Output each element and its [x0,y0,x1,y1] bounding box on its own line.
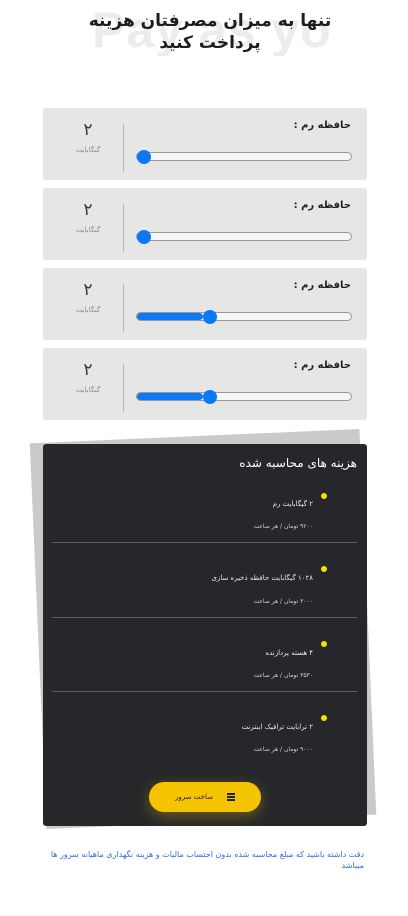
slider-unit: گیگابایت [75,306,101,314]
ram-slider[interactable] [136,389,352,404]
separator [52,691,357,692]
cost-item-price: ۹۰۰۰ تومان / هر ساعت [253,746,313,753]
cost-item-price: ۳۰۰۰ تومان / هر ساعت [253,598,313,605]
slider-label: حافظه رم : [293,200,351,211]
slider-unit: گیگابایت [75,146,101,154]
ram-slider[interactable] [136,149,352,164]
slider-unit: گیگابایت [75,226,101,234]
slider-thumb[interactable] [203,309,218,324]
divider [123,204,124,252]
divider [123,364,124,412]
slider-card: حافظه رم : ۲ گیگابایت [43,268,367,340]
cost-summary-panel: هزینه های محاسبه شده ۲ گیگابایت رم ۹۲۰۰ … [43,444,367,826]
summary-title: هزینه های محاسبه شده [239,456,357,470]
slider-unit: گیگابایت [75,386,101,394]
slider-thumb[interactable] [137,229,151,244]
slider-fill [137,313,204,320]
slider-label: حافظه رم : [293,280,351,291]
cost-item-label: ۱۰۲۸ گیگابایت حافظه ذخیره سازی [211,574,313,582]
page-title-line2: پرداخت کنید [159,33,261,53]
page-title-line1: تنها به میزان مصرفتان هزینه [88,11,332,31]
slider-thumb[interactable] [203,389,218,404]
separator [52,542,357,543]
slider-card: حافظه رم : ۲ گیگابایت [43,348,367,420]
ram-slider[interactable] [136,229,352,244]
slider-value: ۲ [83,280,93,300]
build-server-button[interactable]: ساخت سرور [149,782,261,812]
slider-card: حافظه رم : ۲ گیگابایت [43,188,367,260]
ram-slider[interactable] [136,309,352,324]
slider-thumb[interactable] [137,149,151,164]
cost-item-label: ۴ هسته پردازنده [265,649,313,657]
disclaimer-note: دقت داشته باشید که مبلغ محاسبه شده بدون … [50,850,364,870]
cost-item-price: ۳۵۳۰ تومان / هر ساعت [253,672,313,679]
slider-fill [137,393,204,400]
slider-value: ۲ [83,120,93,140]
bullet-dot [321,493,327,499]
bullet-dot [321,715,327,721]
page-title: تنها به میزان مصرفتان هزینه پرداخت کنید [60,10,360,54]
slider-value: ۲ [83,200,93,220]
slider-value: ۲ [83,360,93,380]
divider [123,124,124,172]
server-icon [226,793,235,801]
slider-card: حافظه رم : ۲ گیگابایت [43,108,367,180]
separator [52,617,357,618]
slider-label: حافظه رم : [293,120,351,131]
divider [123,284,124,332]
cost-item-label: ۲ گیگابایت رم [272,500,313,508]
bullet-dot [321,641,327,647]
slider-label: حافظه رم : [293,360,351,371]
cost-item-price: ۹۲۰۰ تومان / هر ساعت [253,523,313,530]
cost-item-label: ۲ ترابایت ترافیک اینترنت [241,723,313,731]
bullet-dot [321,566,327,572]
build-server-label: ساخت سرور [175,793,213,801]
